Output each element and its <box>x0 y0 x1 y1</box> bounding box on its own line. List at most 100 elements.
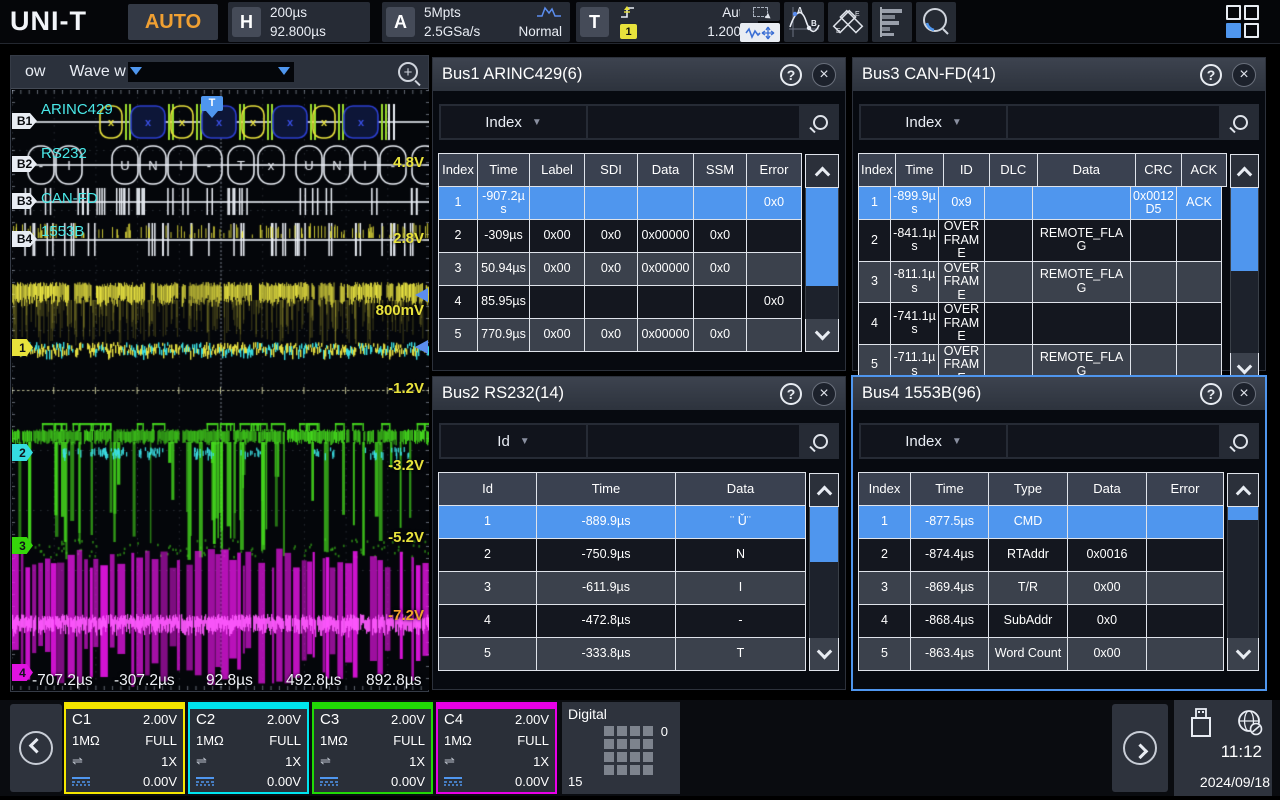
channels-scroll-right-button[interactable] <box>1112 704 1168 792</box>
table-cell: SubAddr <box>988 604 1068 638</box>
bus4-search-input[interactable] <box>1008 425 1219 457</box>
digital-card[interactable]: Digital 0 15 <box>562 702 680 794</box>
table-cell <box>1130 261 1177 304</box>
help-icon[interactable]: ? <box>780 383 802 405</box>
table-row[interactable]: 2-841.1µsOVER FRAMEREMOTE_FLAG <box>859 220 1227 262</box>
close-icon[interactable]: × <box>1232 63 1256 87</box>
scrollbar-track[interactable] <box>1230 188 1259 353</box>
scroll-down-button[interactable] <box>1227 637 1259 671</box>
scrollbar-track[interactable] <box>809 507 839 638</box>
column-header: DLC <box>989 153 1038 187</box>
select-region-tool[interactable] <box>740 2 780 21</box>
channel-card-c3[interactable]: C32.00V1MΩFULL⇌1X0.00V <box>312 702 433 794</box>
close-icon[interactable]: × <box>812 63 836 87</box>
table-row[interactable]: 3-611.9µsI <box>439 572 806 605</box>
level-arrow-icon[interactable] <box>415 340 428 354</box>
time-axis-label: 492.8µs <box>286 672 341 690</box>
column-header: Index <box>858 153 896 187</box>
close-icon[interactable]: × <box>1232 382 1256 406</box>
run-state-button[interactable]: AUTO <box>128 4 218 40</box>
waveform-move-tool[interactable] <box>740 23 780 42</box>
table-row[interactable]: 2-309µs0x000x00x000000x0 <box>439 220 802 253</box>
scroll-down-button[interactable] <box>809 637 839 671</box>
help-icon[interactable]: ? <box>1200 64 1222 86</box>
channel-card-c4[interactable]: C42.00V1MΩFULL⇌1X0.00V <box>436 702 557 794</box>
window-layout-button[interactable] <box>1226 5 1268 39</box>
bus4-search-button[interactable] <box>1221 423 1259 459</box>
table-row[interactable]: 5-333.8µsT <box>439 638 806 671</box>
level-arrow-icon[interactable] <box>415 288 428 302</box>
table-row[interactable]: 1-889.9µs¨ Ǔ¨ <box>439 506 806 539</box>
trigger-settings-button[interactable]: T 1 Auto 1.200V <box>576 2 758 42</box>
table-cell: REMOTE_FLAG <box>1032 261 1131 304</box>
voltage-label: -3.2V <box>388 457 424 474</box>
bus1-search-input[interactable] <box>588 106 799 138</box>
bus3-titlebar[interactable]: Bus3 CAN-FD(41) ? × <box>853 58 1265 91</box>
scrollbar-track[interactable] <box>1227 507 1259 638</box>
status-card[interactable]: 11:12 2024/09/18 <box>1174 700 1272 796</box>
waveform-plot[interactable]: B1ARINC429B2RS232B3CAN-FDB41553B12344.8V… <box>12 90 429 690</box>
table-cell: OVER FRAME <box>938 261 985 304</box>
table-cell: 5 <box>438 318 478 352</box>
table-cell: 2 <box>858 219 891 262</box>
help-icon[interactable]: ? <box>780 64 802 86</box>
cursor-ab-tool[interactable]: AB <box>784 2 824 42</box>
voltage-label: -7.2V <box>388 607 424 624</box>
bus2-filter-dropdown[interactable]: Id▼ <box>441 425 586 457</box>
acquisition-settings-button[interactable]: A 5Mpts 2.5GSa/s Normal <box>382 2 570 42</box>
help-icon[interactable]: ? <box>1200 383 1222 405</box>
table-row[interactable]: 4-868.4µsSubAddr0x0 <box>859 605 1224 638</box>
table-row[interactable]: 5770.9µs0x000x00x000000x0 <box>439 319 802 352</box>
measure-tool[interactable]: EE <box>828 2 868 42</box>
bus4-filter-dropdown[interactable]: Index▼ <box>861 425 1006 457</box>
horizontal-settings-button[interactable]: H 200µs 92.800µs <box>228 2 370 42</box>
channel-offset-icon <box>320 774 338 789</box>
chevron-up-icon <box>816 485 832 501</box>
scrollbar-thumb[interactable] <box>810 507 838 562</box>
bus2-search-button[interactable] <box>801 423 839 459</box>
bus1-titlebar[interactable]: Bus1 ARINC429(6) ? × <box>433 58 845 91</box>
scroll-up-button[interactable] <box>809 473 839 507</box>
table-cell: 5 <box>438 637 537 671</box>
scroll-up-button[interactable] <box>805 154 839 188</box>
bus3-search-input[interactable] <box>1008 106 1219 138</box>
bus2-titlebar[interactable]: Bus2 RS232(14) ? × <box>433 377 845 410</box>
scroll-up-button[interactable] <box>1230 154 1259 188</box>
channels-scroll-left-button[interactable] <box>10 704 62 792</box>
search-tool[interactable] <box>916 2 956 42</box>
scrollbar-thumb[interactable] <box>1228 507 1258 520</box>
table-row[interactable]: 3-811.1µsOVER FRAMEREMOTE_FLAG <box>859 262 1227 304</box>
bus1-filter-dropdown[interactable]: Index▼ <box>441 106 586 138</box>
scrollbar-thumb[interactable] <box>1231 188 1258 271</box>
scrollbar-thumb[interactable] <box>806 188 838 286</box>
scroll-up-button[interactable] <box>1227 473 1259 507</box>
table-row[interactable]: 4-741.1µsOVER FRAME <box>859 303 1227 345</box>
zoom-in-icon[interactable]: + <box>398 62 418 82</box>
bus2-search-input[interactable] <box>588 425 799 457</box>
histogram-tool[interactable] <box>872 2 912 42</box>
bus3-filter-dropdown[interactable]: Index▼ <box>861 106 1006 138</box>
scroll-down-button[interactable] <box>805 318 839 352</box>
bus4-table: IndexTimeTypeDataError1-877.5µsCMD2-874.… <box>859 473 1259 671</box>
table-row[interactable]: 5-863.4µsWord Count0x00 <box>859 638 1224 671</box>
table-row[interactable]: 1-877.5µsCMD <box>859 506 1224 539</box>
table-row[interactable]: 3-869.4µsT/R0x00 <box>859 572 1224 605</box>
table-cell <box>984 186 1033 220</box>
channel-coupling: ⇌ <box>72 753 83 769</box>
table-row[interactable]: 485.95µs0x0 <box>439 286 802 319</box>
table-row[interactable]: 1-907.2µs0x0 <box>439 187 802 220</box>
table-row[interactable]: 1-899.9µs0x90x0012D5ACK <box>859 187 1227 220</box>
table-row[interactable]: 4-472.8µs- <box>439 605 806 638</box>
table-row[interactable]: 2-874.4µsRTAddr0x0016 <box>859 539 1224 572</box>
bus4-titlebar[interactable]: Bus4 1553B(96) ? × <box>853 377 1265 410</box>
bus3-search-button[interactable] <box>1221 104 1259 140</box>
table-row[interactable]: 350.94µs0x000x00x000000x0 <box>439 253 802 286</box>
table-row[interactable]: 2-750.9µsN <box>439 539 806 572</box>
channel-card-c2[interactable]: C22.00V1MΩFULL⇌1X0.00V <box>188 702 309 794</box>
trigger-position-flag[interactable]: T <box>201 96 223 111</box>
channel-card-c1[interactable]: C12.00V1MΩFULL⇌1X0.00V <box>64 702 185 794</box>
scrollbar-track[interactable] <box>805 188 839 319</box>
bus1-search-button[interactable] <box>801 104 839 140</box>
close-icon[interactable]: × <box>812 382 836 406</box>
wave-dropdown[interactable] <box>128 62 294 82</box>
